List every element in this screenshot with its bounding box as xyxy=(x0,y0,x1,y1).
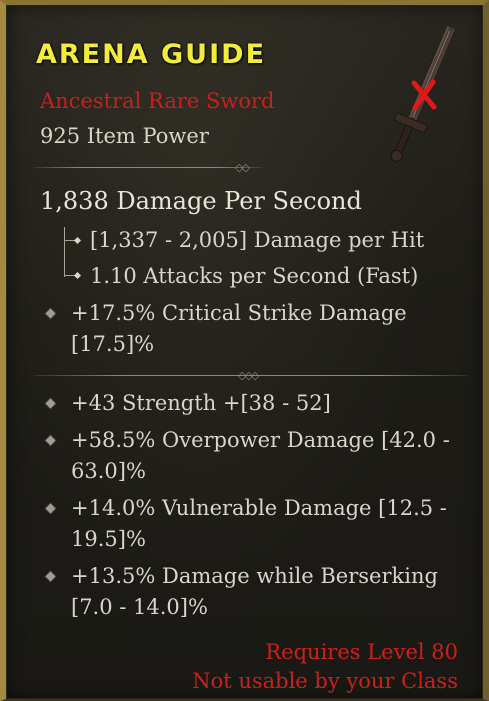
stat-branch-diamond xyxy=(73,236,82,245)
affix-strength: +43 Strength +[38 - 52] xyxy=(71,388,456,419)
class-restriction: Not usable by your Class xyxy=(192,669,458,693)
affix-line: +17.5% Critical Strike Damage xyxy=(71,301,407,325)
item-name: ARENA GUIDE xyxy=(36,39,267,70)
attack-speed: 1.10 Attacks per Second (Fast) xyxy=(90,264,419,288)
affix-berserking: +13.5% Damage while Berserking [7.0 - 14… xyxy=(71,561,456,623)
affix-line: +58.5% Overpower Damage [42.0 - xyxy=(71,428,450,452)
affix-line: [17.5]% xyxy=(71,332,155,356)
affix-bullet-icon xyxy=(45,571,56,582)
stat-branch-diamond xyxy=(73,271,82,280)
implicit-affix: +17.5% Critical Strike Damage [17.5]% xyxy=(71,298,456,360)
affix-bullet-icon xyxy=(45,398,56,409)
affix-bullet-icon xyxy=(45,503,56,514)
affix-line: +13.5% Damage while Berserking xyxy=(71,564,438,588)
affix-line: [7.0 - 14.0]% xyxy=(71,595,208,619)
level-requirement: Requires Level 80 xyxy=(265,640,458,664)
damage-per-hit: [1,337 - 2,005] Damage per Hit xyxy=(90,228,425,252)
item-type: Ancestral Rare Sword xyxy=(40,89,275,113)
stat-branch-line xyxy=(64,227,65,277)
red-x-icon xyxy=(411,79,437,111)
damage-per-second: 1,838 Damage Per Second xyxy=(40,187,362,215)
item-power: 925 Item Power xyxy=(40,124,209,148)
affix-line: 63.0]% xyxy=(71,459,146,483)
affix-bullet-icon xyxy=(45,308,56,319)
item-tooltip: ARENA GUIDE Ancestral Rare Sword 925 Ite… xyxy=(0,0,489,701)
affix-overpower: +58.5% Overpower Damage [42.0 - 63.0]% xyxy=(71,425,456,487)
affix-line: +43 Strength +[38 - 52] xyxy=(71,391,331,415)
affix-bullet-icon xyxy=(45,435,56,446)
affix-vulnerable: +14.0% Vulnerable Damage [12.5 - 19.5]% xyxy=(71,493,456,555)
affix-divider-ornament: ◇◇◇ xyxy=(238,369,259,382)
affix-line: 19.5]% xyxy=(71,527,146,551)
header-divider-ornament: ◇◇ xyxy=(235,161,250,174)
affix-line: +14.0% Vulnerable Damage [12.5 - xyxy=(71,496,447,520)
header-divider xyxy=(34,167,262,168)
